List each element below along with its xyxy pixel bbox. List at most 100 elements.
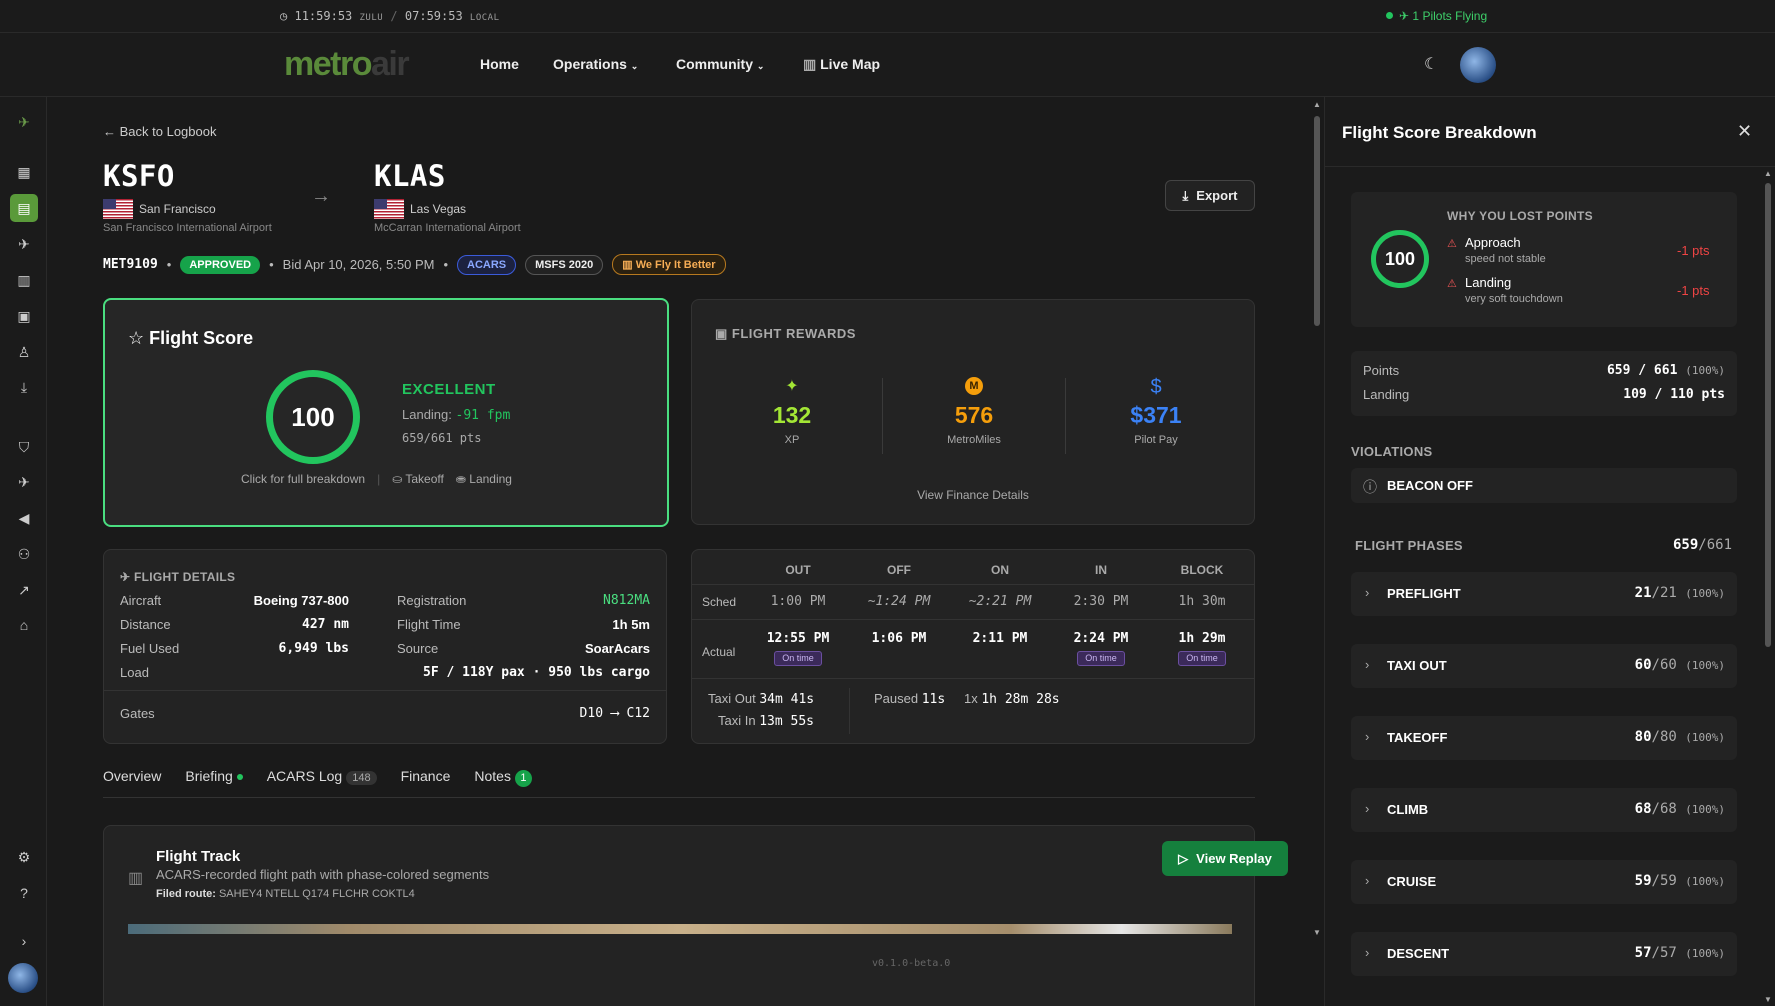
- phase-climb[interactable]: › CLIMB 68/68 (100%): [1351, 788, 1737, 832]
- pilot-pay-label: Pilot Pay: [1134, 434, 1178, 446]
- moon-icon[interactable]: ☾: [1424, 54, 1438, 74]
- takeoff-link[interactable]: ⛀ Takeoff: [392, 472, 444, 486]
- main-content: ← Back to Logbook KSFO San Francisco San…: [47, 97, 1312, 1006]
- tab-overview[interactable]: Overview: [103, 768, 161, 787]
- zulu-time: 11:59:53: [294, 9, 353, 23]
- chevron-right-icon: ›: [1365, 873, 1370, 888]
- tab-acars-log[interactable]: ACARS Log 148: [267, 768, 377, 787]
- acars-badge: ACARS: [457, 254, 517, 275]
- view-replay-button[interactable]: ▷ View Replay: [1162, 841, 1288, 876]
- view-finance-link[interactable]: View Finance Details: [692, 488, 1254, 502]
- main-scrollbar[interactable]: ▲ ▼: [1312, 100, 1323, 940]
- close-icon[interactable]: ✕: [1737, 121, 1752, 142]
- loss-points: -1 pts: [1677, 283, 1710, 298]
- download-icon: ⤓: [1182, 187, 1189, 203]
- building-icon[interactable]: ⌂: [12, 613, 36, 637]
- tab-notes[interactable]: Notes 1: [474, 768, 532, 787]
- expand-sidebar-icon[interactable]: ›: [12, 929, 36, 953]
- sparkle-icon: ✦: [785, 378, 799, 395]
- export-button[interactable]: ⤓ Export: [1165, 180, 1255, 211]
- tab-finance[interactable]: Finance: [401, 768, 451, 787]
- phase-pct: (100%): [1685, 587, 1725, 600]
- megaphone-icon[interactable]: ◀: [12, 506, 36, 530]
- why-lost-title: WHY YOU LOST POINTS: [1447, 209, 1593, 223]
- violation-label: BEACON OFF: [1387, 478, 1473, 493]
- landing-label: Landing:: [402, 407, 452, 422]
- tab-acars-label: ACARS Log: [266, 768, 343, 784]
- panel-title: Flight Score Breakdown: [1342, 123, 1537, 142]
- nav-live-map[interactable]: ▥ Live Map: [803, 56, 880, 73]
- logo-text-metro: metro: [284, 45, 372, 83]
- plane-logo-icon[interactable]: ✈: [12, 110, 36, 134]
- nav-live-map-label: Live Map: [820, 56, 881, 72]
- scroll-down-icon[interactable]: ▼: [1313, 928, 1321, 937]
- scroll-down-icon[interactable]: ▼: [1764, 995, 1772, 1004]
- points-value: 659 / 661: [1606, 363, 1678, 378]
- replay-label: View Replay: [1196, 851, 1272, 866]
- trend-icon[interactable]: ↗: [12, 578, 36, 602]
- scroll-thumb[interactable]: [1314, 116, 1320, 326]
- pilots-flying-indicator[interactable]: ✈ 1 Pilots Flying: [1386, 9, 1487, 23]
- user-icon[interactable]: ♙: [12, 340, 36, 364]
- scroll-up-icon[interactable]: ▲: [1764, 169, 1772, 178]
- shield-icon[interactable]: ⛉: [12, 435, 36, 459]
- nav-home[interactable]: Home: [480, 56, 519, 72]
- phase-cruise[interactable]: › CRUISE 59/59 (100%): [1351, 860, 1737, 904]
- download-icon[interactable]: ⤓: [12, 375, 36, 399]
- phase-pct: (100%): [1685, 731, 1725, 744]
- stats-icon[interactable]: ▥: [12, 268, 36, 292]
- tabs: Overview Briefing ACARS Log 148 Finance N…: [103, 768, 532, 787]
- full-breakdown-link[interactable]: Click for full breakdown: [241, 472, 365, 486]
- col-block: BLOCK: [1180, 563, 1224, 577]
- score-ring: 100: [1371, 230, 1429, 288]
- fleet-icon[interactable]: ✈: [12, 470, 36, 494]
- actual-on: 2:11 PM: [972, 631, 1028, 646]
- dashboard-icon[interactable]: ▦: [12, 160, 36, 184]
- flight-map[interactable]: [128, 924, 1232, 934]
- help-icon[interactable]: ?: [12, 881, 36, 905]
- actual-off: 1:06 PM: [871, 631, 927, 646]
- details-title: FLIGHT DETAILS: [134, 570, 236, 584]
- actual-label: Actual: [702, 645, 736, 659]
- on-time-badge: On time: [774, 651, 822, 666]
- panel-scrollbar[interactable]: ▲ ▼: [1762, 169, 1774, 1006]
- users-cog-icon[interactable]: ⚇: [12, 542, 36, 566]
- destination-city: Las Vegas: [410, 202, 467, 216]
- sim-badge: MSFS 2020: [525, 254, 604, 275]
- logbook-icon[interactable]: ▤: [10, 194, 38, 222]
- actual-block: 1h 29m: [1178, 631, 1226, 646]
- phase-name: DESCENT: [1387, 946, 1450, 961]
- divider: [849, 688, 850, 734]
- avatar[interactable]: [1460, 47, 1496, 83]
- scroll-thumb[interactable]: [1765, 183, 1771, 647]
- phase-taxi-out[interactable]: › TAXI OUT 60/60 (100%): [1351, 644, 1737, 688]
- tab-briefing[interactable]: Briefing: [185, 768, 243, 787]
- divider: [104, 690, 666, 691]
- chevron-right-icon: ›: [1365, 945, 1370, 960]
- pilots-label: Pilots Flying: [1422, 9, 1488, 23]
- arrow-right-icon: →: [311, 185, 331, 207]
- main-nav: metroair Home Operations ⌄ Community ⌄ ▥…: [0, 33, 1775, 97]
- metromiles-coin-icon: M: [894, 376, 1054, 398]
- book-icon: ▥: [622, 259, 633, 271]
- gear-icon[interactable]: ⚙: [12, 845, 36, 869]
- scroll-up-icon[interactable]: ▲: [1313, 100, 1321, 109]
- on-time-badge: On time: [1178, 651, 1226, 666]
- phase-takeoff[interactable]: › TAKEOFF 80/80 (100%): [1351, 716, 1737, 760]
- sched-in: 2:30 PM: [1073, 594, 1129, 609]
- flight-score-card[interactable]: ☆ Flight Score 100 EXCELLENT Landing: -9…: [103, 298, 669, 527]
- landing-link[interactable]: ⛂ Landing: [456, 472, 512, 486]
- registration-value[interactable]: N812MA: [603, 593, 650, 608]
- logo[interactable]: metroair: [284, 45, 410, 84]
- phase-max: /60: [1651, 657, 1677, 673]
- flights-icon[interactable]: ✈: [12, 232, 36, 256]
- phase-descent[interactable]: › DESCENT 57/57 (100%): [1351, 932, 1737, 976]
- nav-operations[interactable]: Operations ⌄: [553, 56, 638, 72]
- wallet-icon[interactable]: ▣: [12, 304, 36, 328]
- xp-label: XP: [784, 434, 800, 446]
- distance-label: Distance: [120, 617, 171, 632]
- back-to-logbook-link[interactable]: ← Back to Logbook: [103, 124, 216, 139]
- phase-preflight[interactable]: › PREFLIGHT 21/21 (100%): [1351, 572, 1737, 616]
- sidebar-avatar[interactable]: [8, 963, 38, 993]
- nav-community[interactable]: Community ⌄: [676, 56, 764, 72]
